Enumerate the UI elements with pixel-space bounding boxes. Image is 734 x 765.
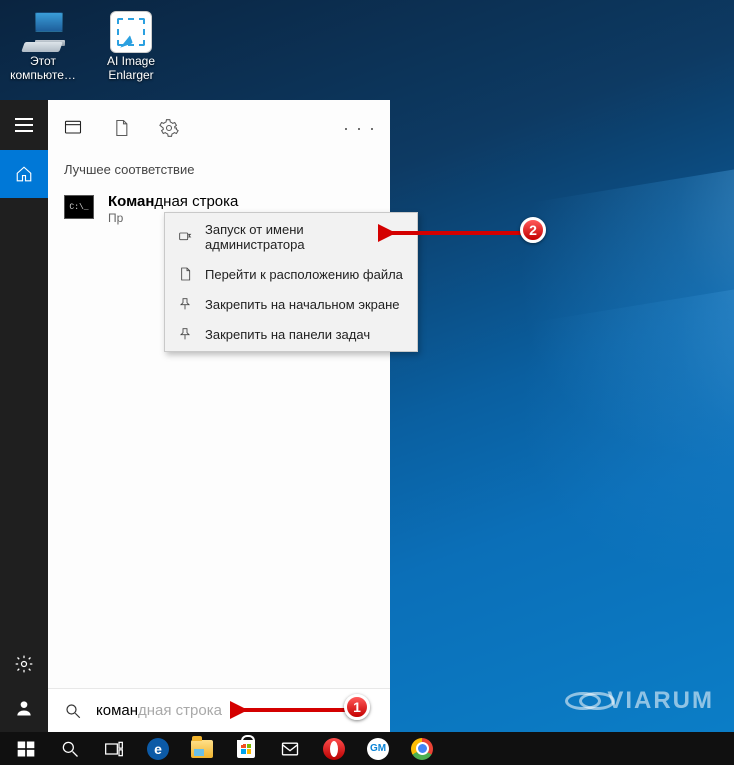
ctx-run-as-admin[interactable]: Запуск от имени администратора (165, 215, 417, 259)
search-input-text: командная строка (96, 702, 222, 719)
search-filter-tabs: · · · (48, 100, 390, 156)
taskbar-store[interactable] (224, 732, 268, 765)
taskbar-search[interactable] (48, 732, 92, 765)
home-icon (15, 165, 33, 183)
desktop-icon-this-pc[interactable]: Этот компьюте… (8, 12, 78, 82)
filter-apps-tab[interactable] (62, 117, 84, 139)
desktop-background-rays (374, 180, 734, 600)
ctx-label: Закрепить на панели задач (205, 327, 370, 342)
gear-icon[interactable] (14, 654, 34, 674)
this-pc-icon (21, 12, 65, 52)
taskbar-taskview[interactable] (92, 732, 136, 765)
home-tab[interactable] (0, 150, 48, 198)
best-match-label: Лучшее соответствие (48, 156, 390, 187)
ctx-pin-taskbar[interactable]: Закрепить на панели задач (165, 319, 417, 349)
desktop-icon-ai-enlarger[interactable]: AI Image Enlarger (96, 12, 166, 82)
annotation-badge-2: 2 (520, 217, 546, 243)
desktop-icon-label: Этот компьюте… (10, 54, 76, 82)
filter-more[interactable]: · · · (343, 118, 376, 139)
ctx-open-location[interactable]: Перейти к расположению файла (165, 259, 417, 289)
start-button[interactable] (4, 732, 48, 765)
ctx-label: Перейти к расположению файла (205, 267, 403, 282)
taskbar-mail[interactable] (268, 732, 312, 765)
cmd-icon: C:\_ (64, 195, 94, 219)
ai-enlarger-icon (109, 12, 153, 52)
filter-documents-tab[interactable] (110, 117, 132, 139)
result-title: Командная строка (108, 193, 238, 210)
context-menu: Запуск от имени администратора Перейти к… (164, 212, 418, 352)
taskbar-gm[interactable]: GM (356, 732, 400, 765)
folder-location-icon (177, 266, 193, 282)
ctx-label: Запуск от имени администратора (205, 222, 405, 252)
ctx-pin-start[interactable]: Закрепить на начальном экране (165, 289, 417, 319)
search-left-rail (0, 100, 48, 732)
taskbar-file-explorer[interactable] (180, 732, 224, 765)
user-icon[interactable] (14, 698, 34, 718)
taskbar-edge[interactable]: e (136, 732, 180, 765)
desktop-icon-label: AI Image Enlarger (107, 54, 155, 82)
taskbar: e GM (0, 732, 734, 765)
search-icon (64, 702, 82, 720)
shield-admin-icon (177, 229, 193, 245)
taskbar-opera[interactable] (312, 732, 356, 765)
watermark: VIARUM (565, 687, 714, 715)
hamburger-icon[interactable] (15, 118, 33, 132)
filter-settings-tab[interactable] (158, 117, 180, 139)
taskbar-chrome[interactable] (400, 732, 444, 765)
watermark-logo-icon (565, 690, 601, 712)
search-input-box[interactable]: командная строка (48, 688, 390, 732)
start-search-panel: · · · Лучшее соответствие C:\_ Командная… (0, 100, 390, 732)
pin-taskbar-icon (177, 326, 193, 342)
pin-start-icon (177, 296, 193, 312)
ctx-label: Закрепить на начальном экране (205, 297, 400, 312)
